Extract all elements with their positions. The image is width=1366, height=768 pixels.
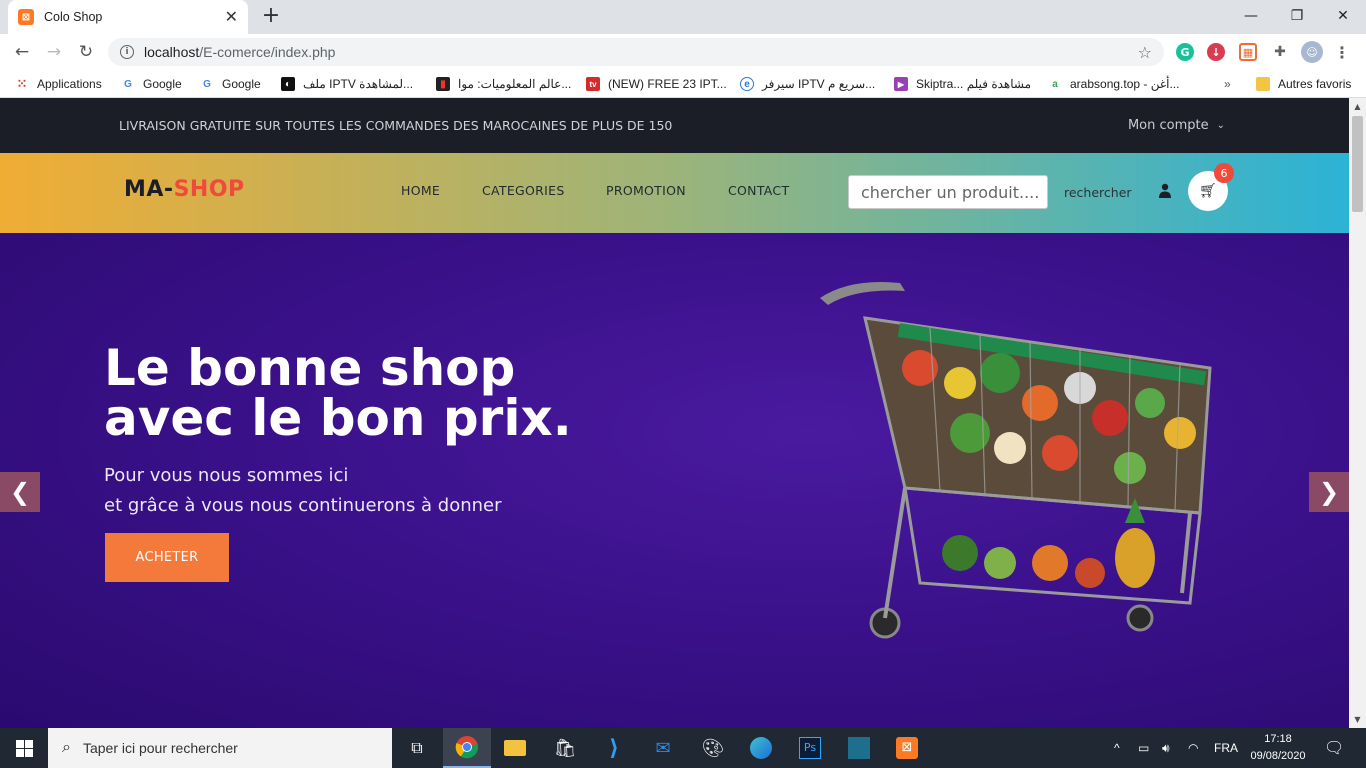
grid-extension-icon[interactable]: ▦ (1239, 43, 1257, 61)
scroll-thumb[interactable] (1352, 116, 1363, 212)
bookmark-arabsong[interactable]: a arabsong.top - أغن... (1048, 75, 1179, 93)
bookmark-informatique[interactable]: ▮ عالم المعلوميات: موا... (436, 75, 571, 93)
search-icon: ⌕ (62, 739, 71, 756)
wifi-icon[interactable]: ◠ (1188, 728, 1198, 768)
scroll-up-icon[interactable]: ▲ (1349, 98, 1366, 115)
tab-title: Colo Shop (44, 10, 103, 24)
minimize-button[interactable]: — (1228, 4, 1274, 30)
free-shipping-text: LIVRAISON GRATUITE SUR TOUTES LES COMMAN… (119, 118, 673, 133)
volume-icon[interactable]: 🔊︎ (1162, 728, 1170, 768)
xampp-taskbar-icon[interactable]: ⊠ (883, 728, 931, 768)
music-icon: a (1052, 78, 1058, 90)
cart-button[interactable]: 🛒︎ 6 (1188, 163, 1234, 211)
address-bar[interactable]: i localhost/E-comerce/index.php ☆ (108, 38, 1164, 66)
blog-icon: ▮ (436, 77, 450, 91)
notifications-icon[interactable]: 🗨︎ (1324, 728, 1344, 768)
mail-icon[interactable]: ✉ (639, 728, 687, 768)
carousel-next-arrow-icon[interactable]: ❯ (1309, 472, 1349, 512)
buy-button[interactable]: ACHETER (105, 533, 229, 582)
language-indicator[interactable]: FRA (1214, 728, 1238, 768)
nav-promotion[interactable]: PROMOTION (606, 183, 686, 198)
browser-toolbar: ← → ↻ i localhost/E-comerce/index.php ☆ … (0, 34, 1366, 70)
file-explorer-icon[interactable] (491, 728, 539, 768)
page-scrollbar[interactable]: ▲ ▼ (1349, 98, 1366, 728)
site-header: MA-SHOP HOME CATEGORIES PROMOTION CONTAC… (0, 153, 1349, 233)
grammarly-extension-icon[interactable]: G (1176, 43, 1194, 61)
bookmark-other-favorites[interactable]: Autres favoris (1256, 75, 1351, 93)
web-page: LIVRAISON GRATUITE SUR TOUTES LES COMMAN… (0, 98, 1349, 728)
tv-icon: tv (586, 77, 600, 91)
site-info-icon[interactable]: i (120, 45, 134, 59)
product-search-input[interactable]: chercher un produit.... (848, 175, 1048, 209)
bookmarks-bar: ⁙ Applications G Google G Google ◐ ملف I… (0, 70, 1366, 98)
bookmark-free-iptv[interactable]: tv (NEW) FREE 23 IPT... (586, 75, 727, 93)
battery-icon[interactable]: ▭ (1138, 728, 1149, 768)
bookmark-google-1[interactable]: G Google (121, 75, 182, 93)
new-tab-button[interactable]: + (259, 5, 283, 29)
search-button[interactable]: rechercher (1064, 185, 1132, 200)
bookmark-applications[interactable]: ⁙ Applications (15, 75, 102, 93)
scroll-down-icon[interactable]: ▼ (1349, 711, 1366, 728)
download-extension-icon[interactable]: ↓ (1207, 43, 1225, 61)
user-icon[interactable] (1158, 183, 1172, 199)
chevron-down-icon: ⌄ (1216, 120, 1225, 131)
maximize-button[interactable]: ❐ (1274, 4, 1320, 30)
windows-logo-icon (15, 739, 33, 757)
hero-title: Le bonne shop avec le bon prix. (104, 339, 572, 447)
nav-contact[interactable]: CONTACT (728, 183, 789, 198)
google-icon: G (203, 78, 211, 90)
extensions-puzzle-icon[interactable]: ✚ (1271, 43, 1289, 61)
bookmark-iptv-server[interactable]: e سيرفر IPTV سريع م... (740, 75, 875, 93)
bookmark-star-icon[interactable]: ☆ (1138, 43, 1152, 62)
url-text[interactable]: localhost/E-comerce/index.php (144, 44, 1138, 60)
photoshop-icon[interactable]: Ps (786, 728, 834, 768)
forward-button[interactable]: → (42, 40, 66, 64)
server-icon: e (740, 77, 754, 91)
shopping-cart-image (820, 282, 1212, 639)
app-teal-icon[interactable] (835, 728, 883, 768)
taskbar-search-input[interactable]: ⌕ Taper ici pour rechercher (48, 728, 392, 768)
chrome-menu-icon[interactable]: ⋮ (1333, 43, 1351, 62)
apps-grid-icon: ⁙ (16, 76, 28, 91)
iptv-icon: ◐ (281, 77, 295, 91)
browser-tab-strip: ⊠ Colo Shop ✕ + — ❐ ✕ (0, 0, 1366, 34)
browser-tab[interactable]: ⊠ Colo Shop ✕ (8, 0, 248, 34)
bookmark-iptv-file[interactable]: ◐ ملف IPTV لمشاهدة... (281, 75, 413, 93)
nav-categories[interactable]: CATEGORIES (482, 183, 565, 198)
google-icon: G (124, 78, 132, 90)
site-logo[interactable]: MA-SHOP (124, 177, 245, 202)
shopping-cart-icon: 🛒︎ (1199, 183, 1217, 199)
task-view-icon[interactable]: ⧉ (393, 728, 441, 768)
close-window-button[interactable]: ✕ (1320, 4, 1366, 30)
bookmark-google-2[interactable]: G Google (200, 75, 261, 93)
tray-overflow-icon[interactable]: ^ (1114, 728, 1120, 768)
nav-home[interactable]: HOME (401, 183, 440, 198)
video-icon: ▶ (894, 77, 908, 91)
promo-topbar: LIVRAISON GRATUITE SUR TOUTES LES COMMAN… (0, 98, 1349, 153)
paint-icon[interactable]: 🎨︎ (689, 728, 737, 768)
edge-icon[interactable] (737, 728, 785, 768)
chrome-taskbar-icon[interactable] (443, 728, 491, 768)
bookmark-skiptra[interactable]: ▶ Skiptra... مشاهدة فيلم (894, 75, 1031, 93)
hero-banner: Le bonne shop avec le bon prix. Pour vou… (0, 233, 1349, 728)
tab-close-icon[interactable]: ✕ (225, 9, 238, 25)
bookmarks-overflow-icon[interactable]: » (1224, 75, 1231, 93)
reload-button[interactable]: ↻ (74, 40, 98, 64)
xampp-favicon-icon: ⊠ (18, 9, 34, 25)
folder-icon (1256, 77, 1270, 91)
profile-avatar[interactable]: ☺ (1301, 41, 1323, 63)
account-dropdown[interactable]: Mon compte ⌄ (1128, 118, 1225, 133)
vscode-icon[interactable]: ⟩ (590, 728, 638, 768)
windows-taskbar: ⌕ Taper ici pour rechercher ⧉ 🛍︎ ⟩ ✉ 🎨︎ … (0, 728, 1366, 768)
back-button[interactable]: ← (10, 40, 34, 64)
taskbar-clock[interactable]: 17:18 09/08/2020 (1248, 731, 1308, 765)
cart-count-badge: 6 (1214, 163, 1234, 183)
store-icon[interactable]: 🛍︎ (541, 728, 589, 768)
carousel-prev-arrow-icon[interactable]: ❮ (0, 472, 40, 512)
start-button[interactable] (0, 728, 48, 768)
hero-subtitle: Pour vous nous sommes ici et grâce à vou… (104, 465, 502, 516)
